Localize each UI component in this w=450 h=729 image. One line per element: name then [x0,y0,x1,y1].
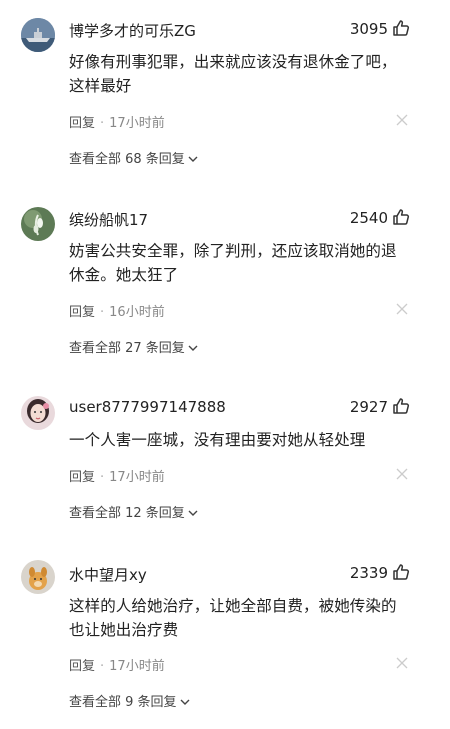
close-icon[interactable] [396,114,408,126]
separator-dot: · [100,470,105,485]
comment-text: 好像有刑事犯罪，出来就应该没有退休金了吧， 这样最好 [69,50,414,98]
view-replies-label: 查看全部 12 条回复 [69,506,185,521]
thumbs-up-icon[interactable] [392,208,410,226]
timestamp: 16小时前 [109,305,165,320]
close-icon[interactable] [396,303,408,315]
username[interactable]: user8777997147888 [69,398,226,416]
reply-button[interactable]: 回复 [69,470,95,485]
comment-line: 也让她出治疗费 [69,621,179,639]
avatar[interactable] [21,560,55,594]
thumbs-up-icon[interactable] [392,563,410,581]
separator-dot: · [100,305,105,320]
chevron-down-icon [188,510,198,516]
comment-meta: 回复 · 17小时前 [69,655,165,674]
like-count: 3095 [349,20,388,38]
comment-text: 妨害公共安全罪，除了判刑，还应该取消她的退 休金。她太狂了 [69,239,414,287]
view-replies-label: 查看全部 27 条回复 [69,341,185,356]
view-replies-link[interactable]: 查看全部 12 条回复 [69,502,198,521]
woman-portrait-icon [21,396,55,430]
dog-icon [21,560,55,594]
comment-text: 一个人害一座城，没有理由要对她从轻处理 [69,428,414,452]
timestamp: 17小时前 [109,116,165,131]
timestamp: 17小时前 [109,470,165,485]
avatar[interactable] [21,18,55,52]
like-count: 2540 [349,209,388,227]
avatar[interactable] [21,207,55,241]
thumbs-up-icon[interactable] [392,19,410,37]
reply-button[interactable]: 回复 [69,305,95,320]
comment-text: 这样的人给她治疗，让她全部自费，被她传染的 也让她出治疗费 [69,594,414,642]
comment-meta: 回复 · 17小时前 [69,112,165,131]
comment-line: 妨害公共安全罪，除了判刑，还应该取消她的退 [69,242,397,260]
view-replies-link[interactable]: 查看全部 68 条回复 [69,148,198,167]
chevron-down-icon [180,699,190,705]
view-replies-label: 查看全部 9 条回复 [69,695,177,710]
comment-line: 这样的人给她治疗，让她全部自费，被她传染的 [69,597,397,615]
like-count: 2339 [349,564,388,582]
reply-button[interactable]: 回复 [69,116,95,131]
close-icon[interactable] [396,657,408,669]
view-replies-label: 查看全部 68 条回复 [69,152,185,167]
ship-icon [21,18,55,52]
timestamp: 17小时前 [109,659,165,674]
comment-meta: 回复 · 16小时前 [69,301,165,320]
comment-line: 这样最好 [69,77,132,95]
username[interactable]: 缤纷船帆17 [69,209,148,230]
separator-dot: · [100,116,105,131]
chevron-down-icon [188,156,198,162]
chevron-down-icon [188,345,198,351]
username[interactable]: 水中望月xy [69,564,147,585]
reply-button[interactable]: 回复 [69,659,95,674]
comment-meta: 回复 · 17小时前 [69,466,165,485]
like-count: 2927 [349,398,388,416]
comment-line: 一个人害一座城，没有理由要对她从轻处理 [69,431,366,449]
view-replies-link[interactable]: 查看全部 27 条回复 [69,337,198,356]
separator-dot: · [100,659,105,674]
comment-line: 好像有刑事犯罪，出来就应该没有退休金了吧， [69,53,397,71]
comment-line: 休金。她太狂了 [69,266,179,284]
username[interactable]: 博学多才的可乐ZG [69,20,196,41]
avatar[interactable] [21,396,55,430]
flower-icon [21,207,55,241]
close-icon[interactable] [396,468,408,480]
view-replies-link[interactable]: 查看全部 9 条回复 [69,691,190,710]
thumbs-up-icon[interactable] [392,397,410,415]
